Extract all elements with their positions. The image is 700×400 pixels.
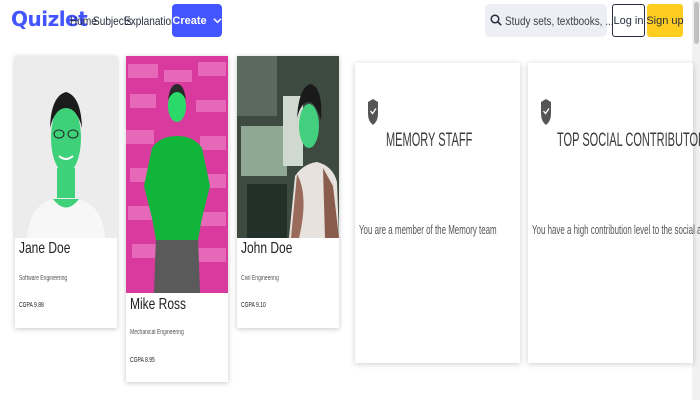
signup-button[interactable]: Sign up bbox=[646, 4, 684, 37]
profile-name: Jane Doe bbox=[19, 240, 71, 257]
profile-card[interactable]: John Doe Civil Engineering CGPA 9.10 bbox=[237, 56, 339, 328]
profile-card[interactable]: Mike Ross Mechanical Engineering CGPA 8.… bbox=[126, 56, 228, 382]
badge-title: MEMORY STAFF bbox=[386, 130, 473, 151]
profile-card[interactable]: Jane Doe Software Engineering CGPA 9.88 bbox=[15, 56, 117, 328]
search-input[interactable]: Study sets, textbooks, ... bbox=[485, 4, 614, 37]
login-button[interactable]: Log in bbox=[612, 4, 645, 37]
profile-cgpa: CGPA 9.10 bbox=[241, 302, 266, 309]
profile-department: Software Engineering bbox=[19, 275, 68, 282]
profile-department: Civil Engineering bbox=[241, 275, 279, 282]
profile-cgpa: CGPA 9.88 bbox=[19, 302, 44, 309]
profile-cgpa: CGPA 8.95 bbox=[130, 357, 155, 364]
shield-icon bbox=[368, 99, 378, 125]
create-button[interactable]: Create bbox=[172, 4, 222, 37]
shield-icon bbox=[541, 99, 551, 125]
profile-photo bbox=[126, 56, 228, 293]
profile-name: John Doe bbox=[241, 240, 293, 257]
badge-card-top-social-contributor[interactable]: TOP SOCIAL CONTRIBUTOR You have a high c… bbox=[528, 63, 700, 363]
profile-name: Mike Ross bbox=[130, 296, 187, 313]
profile-photo bbox=[15, 56, 117, 238]
badge-title: TOP SOCIAL CONTRIBUTOR bbox=[557, 130, 700, 151]
search-placeholder: Study sets, textbooks, ... bbox=[505, 14, 614, 28]
profile-department: Mechanical Engineering bbox=[130, 329, 184, 336]
top-navigation-bar: Quizlet Home Subjects Explanations Creat… bbox=[0, 0, 700, 44]
chevron-down-icon bbox=[213, 18, 222, 24]
badge-description: You are a member of the Memory team bbox=[359, 222, 497, 237]
badge-description: You have a high contribution level to th… bbox=[532, 222, 700, 237]
search-icon bbox=[490, 14, 502, 26]
badge-card-memory-staff[interactable]: MEMORY STAFF You are a member of the Mem… bbox=[355, 63, 520, 363]
page-scrollbar[interactable] bbox=[692, 0, 700, 400]
scrollbar-thumb[interactable] bbox=[694, 2, 699, 44]
profile-photo bbox=[237, 56, 339, 238]
create-button-label: Create bbox=[172, 14, 207, 27]
